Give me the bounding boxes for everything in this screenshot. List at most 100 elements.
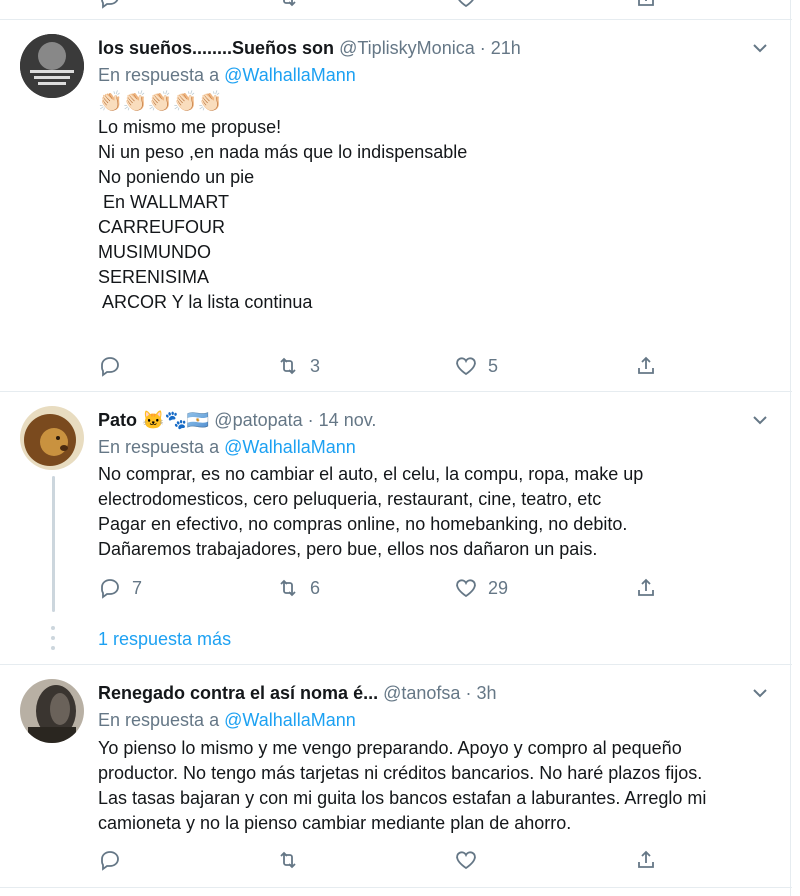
reply-prefix: En respuesta a bbox=[98, 710, 220, 730]
text-line: Dañaremos trabajadores, pero bue, ellos … bbox=[98, 539, 598, 559]
text-line: Yo pienso lo mismo y me vengo preparando… bbox=[98, 738, 682, 758]
separator: · bbox=[307, 410, 314, 430]
like-icon bbox=[458, 0, 474, 8]
tweet-header: Pato 🐱🐾🇦🇷 @patopata · 14 nov. bbox=[98, 409, 376, 431]
text-line: ARCOR Y la lista continua bbox=[98, 292, 313, 312]
handle[interactable]: @patopata bbox=[214, 410, 302, 430]
tweet-body: No comprar, es no cambiar el auto, el ce… bbox=[98, 462, 643, 562]
display-name[interactable]: los sueños........Sueños son bbox=[98, 38, 334, 58]
previous-tweet-actions bbox=[98, 0, 678, 12]
emoji-line: 👏🏻👏🏻👏🏻👏🏻👏🏻 bbox=[98, 91, 223, 113]
share-action[interactable] bbox=[634, 354, 658, 378]
text-line: Las tasas bajaran y con mi guita los ban… bbox=[98, 788, 707, 808]
reply-icon bbox=[101, 851, 119, 871]
text-line: SERENISIMA bbox=[98, 267, 210, 287]
text-line: electrodomesticos, cero peluqueria, rest… bbox=[98, 489, 602, 509]
display-name[interactable]: Pato bbox=[98, 410, 137, 430]
avatar[interactable] bbox=[20, 406, 84, 470]
like-action[interactable] bbox=[454, 0, 478, 10]
share-action[interactable] bbox=[634, 848, 658, 872]
retweet-action[interactable] bbox=[276, 0, 300, 10]
text-line: No poniendo un pie bbox=[98, 167, 255, 187]
handle[interactable]: @tanofsa bbox=[383, 683, 460, 703]
reply-context: En respuesta a @WalhallaMann bbox=[98, 64, 356, 86]
like-action[interactable]: 29 bbox=[454, 576, 508, 600]
like-icon bbox=[456, 851, 476, 870]
divider bbox=[0, 19, 792, 20]
share-icon bbox=[638, 850, 654, 868]
share-icon bbox=[638, 356, 654, 374]
retweet-icon bbox=[280, 851, 296, 869]
share-action[interactable] bbox=[634, 0, 658, 10]
text-line: CARREUFOUR bbox=[98, 217, 226, 237]
reply-prefix: En respuesta a bbox=[98, 65, 220, 85]
retweet-icon bbox=[280, 357, 296, 375]
tweet-actions bbox=[98, 848, 678, 874]
display-name[interactable]: Renegado contra el así noma é... bbox=[98, 683, 378, 703]
thread-line bbox=[52, 476, 55, 612]
tweet-actions: 3 5 bbox=[98, 354, 678, 380]
like-icon bbox=[456, 579, 476, 598]
mention-link[interactable]: @WalhallaMann bbox=[224, 65, 356, 85]
text-line: MUSIMUNDO bbox=[98, 242, 211, 262]
handle[interactable]: @TipliskyMonica bbox=[339, 38, 475, 58]
retweet-action[interactable] bbox=[276, 848, 310, 872]
avatar-image bbox=[20, 34, 84, 98]
thread-dot bbox=[51, 636, 55, 640]
reply-action[interactable]: 7 bbox=[98, 576, 142, 600]
share-icon bbox=[638, 0, 654, 6]
reply-context: En respuesta a @WalhallaMann bbox=[98, 436, 356, 458]
divider bbox=[0, 664, 792, 665]
share-action[interactable] bbox=[634, 576, 658, 600]
reply-context: En respuesta a @WalhallaMann bbox=[98, 709, 356, 731]
name-emoji: 🐱🐾🇦🇷 bbox=[142, 410, 210, 430]
show-more-replies-link[interactable]: 1 respuesta más bbox=[98, 629, 231, 650]
timestamp[interactable]: 14 nov. bbox=[319, 410, 377, 430]
retweet-icon bbox=[280, 579, 296, 597]
retweet-action[interactable]: 6 bbox=[276, 576, 320, 600]
chevron-down-icon[interactable] bbox=[750, 410, 770, 430]
retweet-count: 6 bbox=[310, 577, 321, 598]
text-line: productor. No tengo más tarjetas ni créd… bbox=[98, 763, 703, 783]
reply-prefix: En respuesta a bbox=[98, 437, 220, 457]
like-action[interactable]: 5 bbox=[454, 354, 498, 378]
avatar[interactable] bbox=[20, 679, 84, 743]
retweet-count: 3 bbox=[310, 355, 321, 376]
mention-link[interactable]: @WalhallaMann bbox=[224, 437, 356, 457]
separator: · bbox=[465, 683, 472, 703]
text-line: Lo mismo me propuse! bbox=[98, 117, 282, 137]
reply-action[interactable] bbox=[98, 354, 132, 378]
text-line: Pagar en efectivo, no compras online, no… bbox=[98, 514, 628, 534]
tweet-header: Renegado contra el así noma é... @tanofs… bbox=[98, 682, 497, 704]
retweet-action[interactable]: 3 bbox=[276, 354, 320, 378]
avatar[interactable] bbox=[20, 34, 84, 98]
divider bbox=[0, 887, 792, 888]
reply-count: 7 bbox=[132, 577, 143, 598]
reply-icon bbox=[101, 579, 119, 599]
retweet-icon bbox=[283, 0, 296, 7]
text-line: En WALLMART bbox=[98, 192, 230, 212]
timestamp[interactable]: 21h bbox=[491, 38, 521, 58]
like-count: 29 bbox=[488, 577, 509, 598]
like-count: 5 bbox=[488, 355, 499, 376]
thread-dot bbox=[51, 626, 55, 630]
text-line: camioneta y no la pienso cambiar mediant… bbox=[98, 813, 572, 833]
divider bbox=[0, 391, 792, 392]
text-line: Ni un peso ,en nada más que lo indispens… bbox=[98, 142, 468, 162]
text-line: No comprar, es no cambiar el auto, el ce… bbox=[98, 464, 644, 484]
timestamp[interactable]: 3h bbox=[476, 683, 496, 703]
like-action[interactable] bbox=[454, 848, 488, 872]
share-icon bbox=[638, 578, 654, 596]
mention-link[interactable]: @WalhallaMann bbox=[224, 710, 356, 730]
tweet-body: Yo pienso lo mismo y me vengo preparando… bbox=[98, 736, 706, 836]
chevron-down-icon[interactable] bbox=[750, 683, 770, 703]
tweet-actions: 7 6 29 bbox=[98, 576, 678, 602]
reply-icon bbox=[101, 357, 119, 377]
reply-action[interactable] bbox=[98, 0, 122, 10]
timeline-border bbox=[790, 0, 791, 896]
avatar-image bbox=[20, 406, 84, 470]
reply-action[interactable] bbox=[98, 848, 132, 872]
avatar-image bbox=[20, 679, 84, 743]
thread-dot bbox=[51, 646, 55, 650]
chevron-down-icon[interactable] bbox=[750, 38, 770, 58]
